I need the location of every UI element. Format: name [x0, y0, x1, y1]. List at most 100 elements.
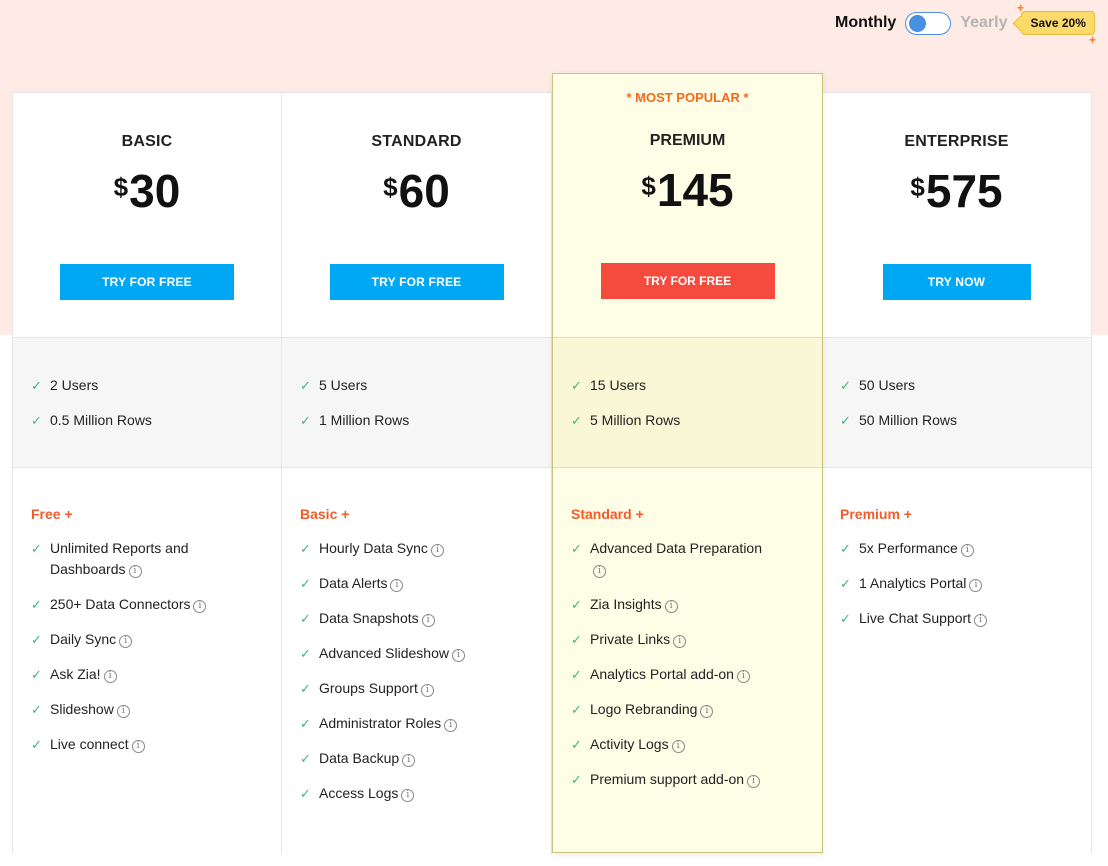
check-icon: ✓	[31, 597, 42, 612]
limit-list: ✓ 15 Users ✓ 5 Million Rows	[571, 375, 822, 431]
feature-label: Analytics Portal add-on	[590, 666, 734, 682]
tier-label: Standard +	[571, 506, 644, 522]
limit-item: ✓ 0.5 Million Rows	[31, 410, 231, 431]
info-icon[interactable]: i	[736, 670, 750, 683]
info-icon[interactable]: i	[390, 579, 404, 592]
feature-label: Logo Rebranding	[590, 701, 698, 717]
feature-item: ✓ Zia Insights i	[571, 594, 771, 615]
feature-item: ✓ Private Links i	[571, 629, 771, 650]
feature-list: ✓ Advanced Data Preparation i ✓ Zia Insights…	[571, 538, 822, 790]
info-icon[interactable]: i	[673, 635, 687, 648]
check-icon: ✓	[840, 611, 851, 626]
info-icon[interactable]: i	[671, 740, 685, 753]
feature-list: ✓ 5x Performance i ✓ 1 Analytics Portal i ✓ Liv…	[840, 538, 1091, 629]
info-icon[interactable]: i	[974, 614, 988, 627]
check-icon: ✓	[840, 413, 851, 428]
sparkle-icon: +	[1089, 33, 1097, 47]
info-icon[interactable]: i	[131, 740, 145, 753]
feature-label: Data Backup	[319, 750, 400, 766]
check-icon: ✓	[31, 413, 42, 428]
check-icon: ✓	[571, 378, 582, 393]
limit-item: ✓ 15 Users	[571, 375, 771, 396]
check-icon: ✓	[300, 751, 311, 766]
check-icon: ✓	[840, 576, 851, 591]
feature-item: ✓ Premium support add-on i	[571, 769, 771, 790]
feature-item: ✓ Advanced Slideshow i	[300, 643, 500, 664]
info-icon[interactable]: i	[116, 705, 130, 718]
check-icon: ✓	[300, 786, 311, 801]
info-icon[interactable]: i	[451, 649, 465, 662]
check-icon: ✓	[571, 772, 582, 787]
plan-limits: ✓ 5 Users ✓ 1 Million Rows	[282, 337, 551, 468]
limit-item: ✓ 50 Users	[840, 375, 1040, 396]
feature-label: Data Alerts	[319, 575, 388, 591]
check-icon: ✓	[571, 667, 582, 682]
feature-label: 0.5 Million Rows	[50, 412, 152, 428]
info-icon[interactable]: i	[119, 635, 133, 648]
info-icon[interactable]: i	[103, 670, 117, 683]
plan-features: Premium + ✓ 5x Performance i ✓ 1 Analytics P…	[822, 468, 1091, 629]
feature-label: Live Chat Support	[859, 610, 972, 626]
check-icon: ✓	[840, 541, 851, 556]
info-icon[interactable]: i	[420, 684, 434, 697]
feature-label: 50 Million Rows	[859, 412, 958, 428]
feature-item: ✓ Ask Zia! i	[31, 664, 231, 685]
info-icon[interactable]: i	[700, 705, 714, 718]
info-icon[interactable]: i	[421, 614, 435, 627]
feature-label: Advanced Data Preparation	[590, 540, 762, 556]
feature-item: ✓ Live Chat Support i	[840, 608, 1040, 629]
plan-limits: ✓ 15 Users ✓ 5 Million Rows	[553, 337, 822, 468]
feature-item: ✓ Data Alerts i	[300, 573, 500, 594]
check-icon: ✓	[300, 378, 311, 393]
feature-item: ✓ Data Backup i	[300, 748, 500, 769]
try-for-free-button[interactable]: TRY FOR FREE	[600, 263, 775, 299]
yearly-label[interactable]: Yearly	[960, 14, 1007, 32]
check-icon: ✓	[300, 646, 311, 661]
info-icon[interactable]: i	[960, 544, 974, 557]
tier-label: Free +	[31, 506, 73, 522]
monthly-label[interactable]: Monthly	[835, 14, 896, 32]
feature-item: ✓ Logo Rebranding i	[571, 699, 771, 720]
feature-item: ✓ Live connect i	[31, 734, 231, 755]
feature-item: ✓ Analytics Portal add-on i	[571, 664, 771, 685]
billing-period-switch: Monthly Yearly Save 20% + +	[835, 2, 1096, 46]
try-for-free-button[interactable]: TRY FOR FREE	[329, 264, 504, 300]
feature-label: Daily Sync	[50, 631, 117, 647]
check-icon: ✓	[571, 702, 582, 717]
feature-label: 5 Users	[319, 377, 368, 393]
check-icon: ✓	[31, 632, 42, 647]
billing-toggle[interactable]	[905, 11, 952, 35]
info-icon[interactable]: i	[747, 775, 761, 788]
info-icon[interactable]: i	[430, 544, 444, 557]
limit-list: ✓ 5 Users ✓ 1 Million Rows	[300, 375, 551, 431]
check-icon: ✓	[31, 378, 42, 393]
info-icon[interactable]: i	[193, 600, 207, 613]
limit-list: ✓ 50 Users ✓ 50 Million Rows	[840, 375, 1091, 431]
limit-list: ✓ 2 Users ✓ 0.5 Million Rows	[31, 375, 281, 431]
plan-features: Free + ✓ Unlimited Reports and Dashboards…	[13, 468, 281, 755]
info-icon[interactable]: i	[128, 565, 142, 578]
limit-item: ✓ 1 Million Rows	[300, 410, 500, 431]
plan-price: $145	[641, 164, 734, 216]
check-icon: ✓	[300, 576, 311, 591]
try-now-button[interactable]: TRY NOW	[882, 264, 1031, 300]
info-icon[interactable]: i	[664, 600, 678, 613]
feature-label: Groups Support	[319, 680, 418, 696]
feature-label: 50 Users	[859, 377, 916, 393]
check-icon: ✓	[300, 611, 311, 626]
feature-label: Activity Logs	[590, 736, 669, 752]
feature-label: Zia Insights	[590, 596, 662, 612]
try-for-free-button[interactable]: TRY FOR FREE	[60, 264, 234, 300]
feature-label: Hourly Data Sync	[319, 540, 428, 556]
info-icon[interactable]: i	[401, 789, 415, 802]
feature-label: 5x Performance	[859, 540, 958, 556]
info-icon[interactable]: i	[444, 719, 458, 732]
plan-card-enterprise: ENTERPRISE $575 TRY NOW ✓ 50 Users ✓ 50 Mil…	[822, 92, 1092, 854]
feature-label: Administrator Roles	[319, 715, 442, 731]
info-icon[interactable]: i	[402, 754, 416, 767]
info-icon[interactable]: i	[969, 579, 983, 592]
feature-label: Premium support add-on	[590, 771, 745, 787]
plan-card-premium: * MOST POPULAR * PREMIUM $145 TRY FOR FR…	[552, 73, 823, 853]
feature-item: ✓ Hourly Data Sync i	[300, 538, 500, 559]
info-icon[interactable]: i	[593, 565, 606, 578]
